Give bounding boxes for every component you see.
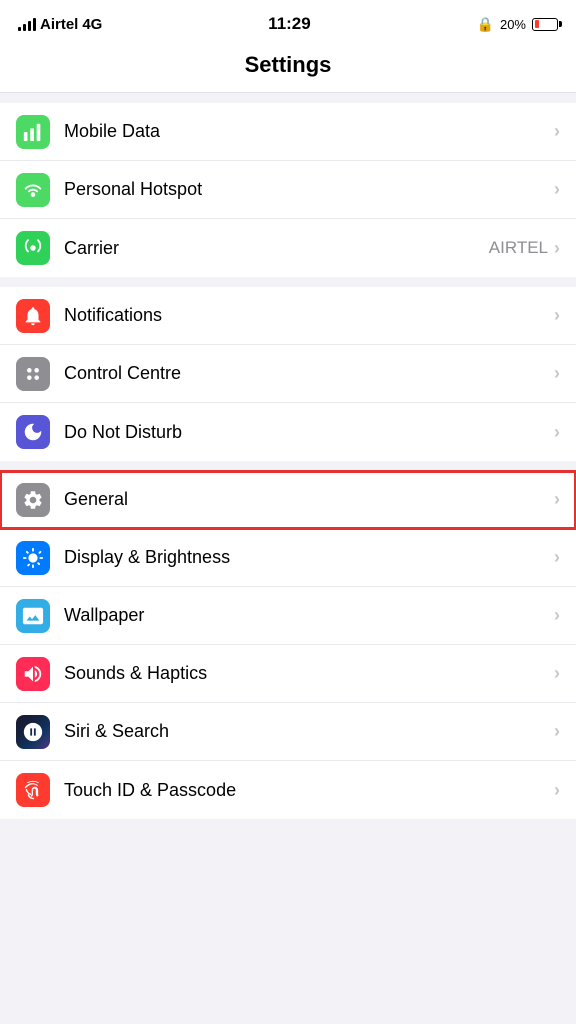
mobile-data-chevron: › (554, 121, 560, 142)
do-not-disturb-icon (16, 415, 50, 449)
siri-search-icon (16, 715, 50, 749)
section-network: Mobile Data › Personal Hotspot › Carrier… (0, 103, 576, 277)
notifications-icon (16, 299, 50, 333)
settings-list-system1: Notifications › Control Centre › Do Not … (0, 287, 576, 461)
general-icon (16, 483, 50, 517)
section-system1: Notifications › Control Centre › Do Not … (0, 287, 576, 461)
wallpaper-label: Wallpaper (64, 605, 554, 626)
general-label: General (64, 489, 554, 510)
display-brightness-chevron: › (554, 547, 560, 568)
touch-id-chevron: › (554, 780, 560, 801)
display-brightness-icon (16, 541, 50, 575)
settings-item-general[interactable]: General › (0, 471, 576, 529)
control-centre-label: Control Centre (64, 363, 554, 384)
page-title: Settings (0, 52, 576, 78)
network-label: 4G (82, 16, 102, 33)
siri-search-chevron: › (554, 721, 560, 742)
control-centre-icon (16, 357, 50, 391)
sounds-haptics-label: Sounds & Haptics (64, 663, 554, 684)
notifications-label: Notifications (64, 305, 554, 326)
sounds-haptics-icon (16, 657, 50, 691)
battery-icon (532, 18, 558, 31)
battery-percent: 20% (500, 17, 526, 32)
display-brightness-label: Display & Brightness (64, 547, 554, 568)
siri-search-label: Siri & Search (64, 721, 554, 742)
touch-id-icon (16, 773, 50, 807)
carrier-value: AIRTEL (489, 238, 548, 258)
lock-icon: 🔒 (477, 16, 494, 33)
settings-list-system2: General › Display & Brightness › Wallpap… (0, 471, 576, 819)
settings-item-touch-id[interactable]: Touch ID & Passcode › (0, 761, 576, 819)
battery-area: 🔒 20% (477, 16, 558, 33)
do-not-disturb-label: Do Not Disturb (64, 422, 554, 443)
personal-hotspot-icon (16, 173, 50, 207)
notifications-chevron: › (554, 305, 560, 326)
time-display: 11:29 (268, 14, 311, 34)
settings-item-wallpaper[interactable]: Wallpaper › (0, 587, 576, 645)
page-title-bar: Settings (0, 44, 576, 93)
sounds-haptics-chevron: › (554, 663, 560, 684)
settings-item-personal-hotspot[interactable]: Personal Hotspot › (0, 161, 576, 219)
settings-item-mobile-data[interactable]: Mobile Data › (0, 103, 576, 161)
settings-list-network: Mobile Data › Personal Hotspot › Carrier… (0, 103, 576, 277)
status-bar: Airtel 4G 11:29 🔒 20% (0, 0, 576, 44)
mobile-data-label: Mobile Data (64, 121, 554, 142)
settings-item-display-brightness[interactable]: Display & Brightness › (0, 529, 576, 587)
settings-item-notifications[interactable]: Notifications › (0, 287, 576, 345)
carrier-signal: Airtel 4G (18, 16, 102, 33)
settings-item-control-centre[interactable]: Control Centre › (0, 345, 576, 403)
touch-id-label: Touch ID & Passcode (64, 780, 554, 801)
section-system2: General › Display & Brightness › Wallpap… (0, 471, 576, 819)
carrier-icon (16, 231, 50, 265)
do-not-disturb-chevron: › (554, 422, 560, 443)
carrier-label: Airtel (40, 16, 78, 33)
settings-item-carrier[interactable]: Carrier AIRTEL › (0, 219, 576, 277)
battery-fill (535, 20, 539, 28)
signal-icon (18, 17, 36, 31)
settings-item-siri-search[interactable]: Siri & Search › (0, 703, 576, 761)
carrier-chevron: › (554, 238, 560, 259)
wallpaper-chevron: › (554, 605, 560, 626)
mobile-data-icon (16, 115, 50, 149)
personal-hotspot-label: Personal Hotspot (64, 179, 554, 200)
settings-item-sounds-haptics[interactable]: Sounds & Haptics › (0, 645, 576, 703)
carrier-label-item: Carrier (64, 238, 489, 259)
wallpaper-icon (16, 599, 50, 633)
personal-hotspot-chevron: › (554, 179, 560, 200)
general-chevron: › (554, 489, 560, 510)
control-centre-chevron: › (554, 363, 560, 384)
settings-item-do-not-disturb[interactable]: Do Not Disturb › (0, 403, 576, 461)
